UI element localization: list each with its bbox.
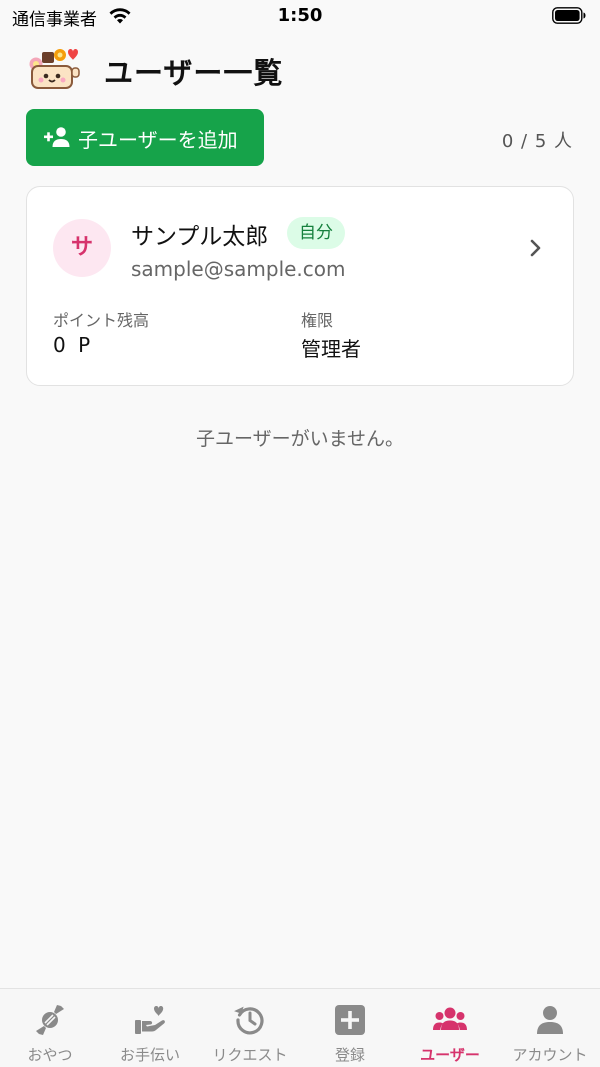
avatar: サ [53, 219, 111, 277]
tab-label: アカウント [512, 1046, 588, 1064]
tab-snacks[interactable]: おやつ [0, 989, 100, 1067]
chevron-right-icon [530, 239, 541, 257]
tab-label: 登録 [334, 1046, 365, 1064]
tab-label: リクエスト [212, 1046, 288, 1064]
person-icon [537, 1006, 563, 1034]
users-icon [433, 1007, 467, 1030]
user-email: sample@sample.com [131, 257, 346, 281]
tab-account[interactable]: アカウント [500, 989, 600, 1067]
add-child-user-label: 子ユーザーを追加 [78, 128, 238, 152]
tab-chores[interactable]: お手伝い [100, 989, 200, 1067]
user-name: サンプル太郎 [131, 224, 269, 250]
tab-bar: おやつ お手伝い リクエスト 登録 ユーザー アカウント [0, 988, 600, 1067]
app-logo-icon [29, 49, 80, 89]
tab-label: ユーザー [420, 1046, 480, 1064]
points-label: ポイント残高 [53, 311, 150, 330]
tab-label: おやつ [27, 1046, 73, 1064]
plus-square-icon [335, 1005, 365, 1035]
battery-icon [552, 7, 586, 24]
history-icon [234, 1006, 264, 1035]
screen: 通信事業者 1:50 ユーザー一覧 子ユーザーを追加 0 / 5 人 サ サンプ… [0, 0, 600, 1067]
user-count: 0 / 5 人 [501, 131, 573, 152]
role-value: 管理者 [301, 337, 361, 361]
tab-requests[interactable]: リクエスト [200, 989, 300, 1067]
tab-label: お手伝い [119, 1046, 180, 1064]
clock: 1:50 [277, 5, 323, 26]
page-title: ユーザー一覧 [104, 56, 284, 90]
candy-icon [36, 1005, 64, 1035]
tab-register[interactable]: 登録 [300, 989, 400, 1067]
self-badge: 自分 [287, 217, 345, 249]
points-value: 0 P [53, 333, 94, 357]
role-label: 権限 [301, 311, 334, 330]
status-bar: 通信事業者 1:50 [0, 0, 600, 34]
hand-heart-icon [135, 1006, 165, 1034]
header: ユーザー一覧 [26, 44, 586, 92]
user-card[interactable]: サ サンプル太郎 自分 sample@sample.com ポイント残高 0 P… [26, 186, 574, 386]
person-add-icon [44, 127, 70, 147]
tab-users[interactable]: ユーザー [400, 989, 500, 1067]
empty-message: 子ユーザーがいません。 [195, 428, 405, 450]
add-child-user-button[interactable]: 子ユーザーを追加 [26, 109, 264, 166]
